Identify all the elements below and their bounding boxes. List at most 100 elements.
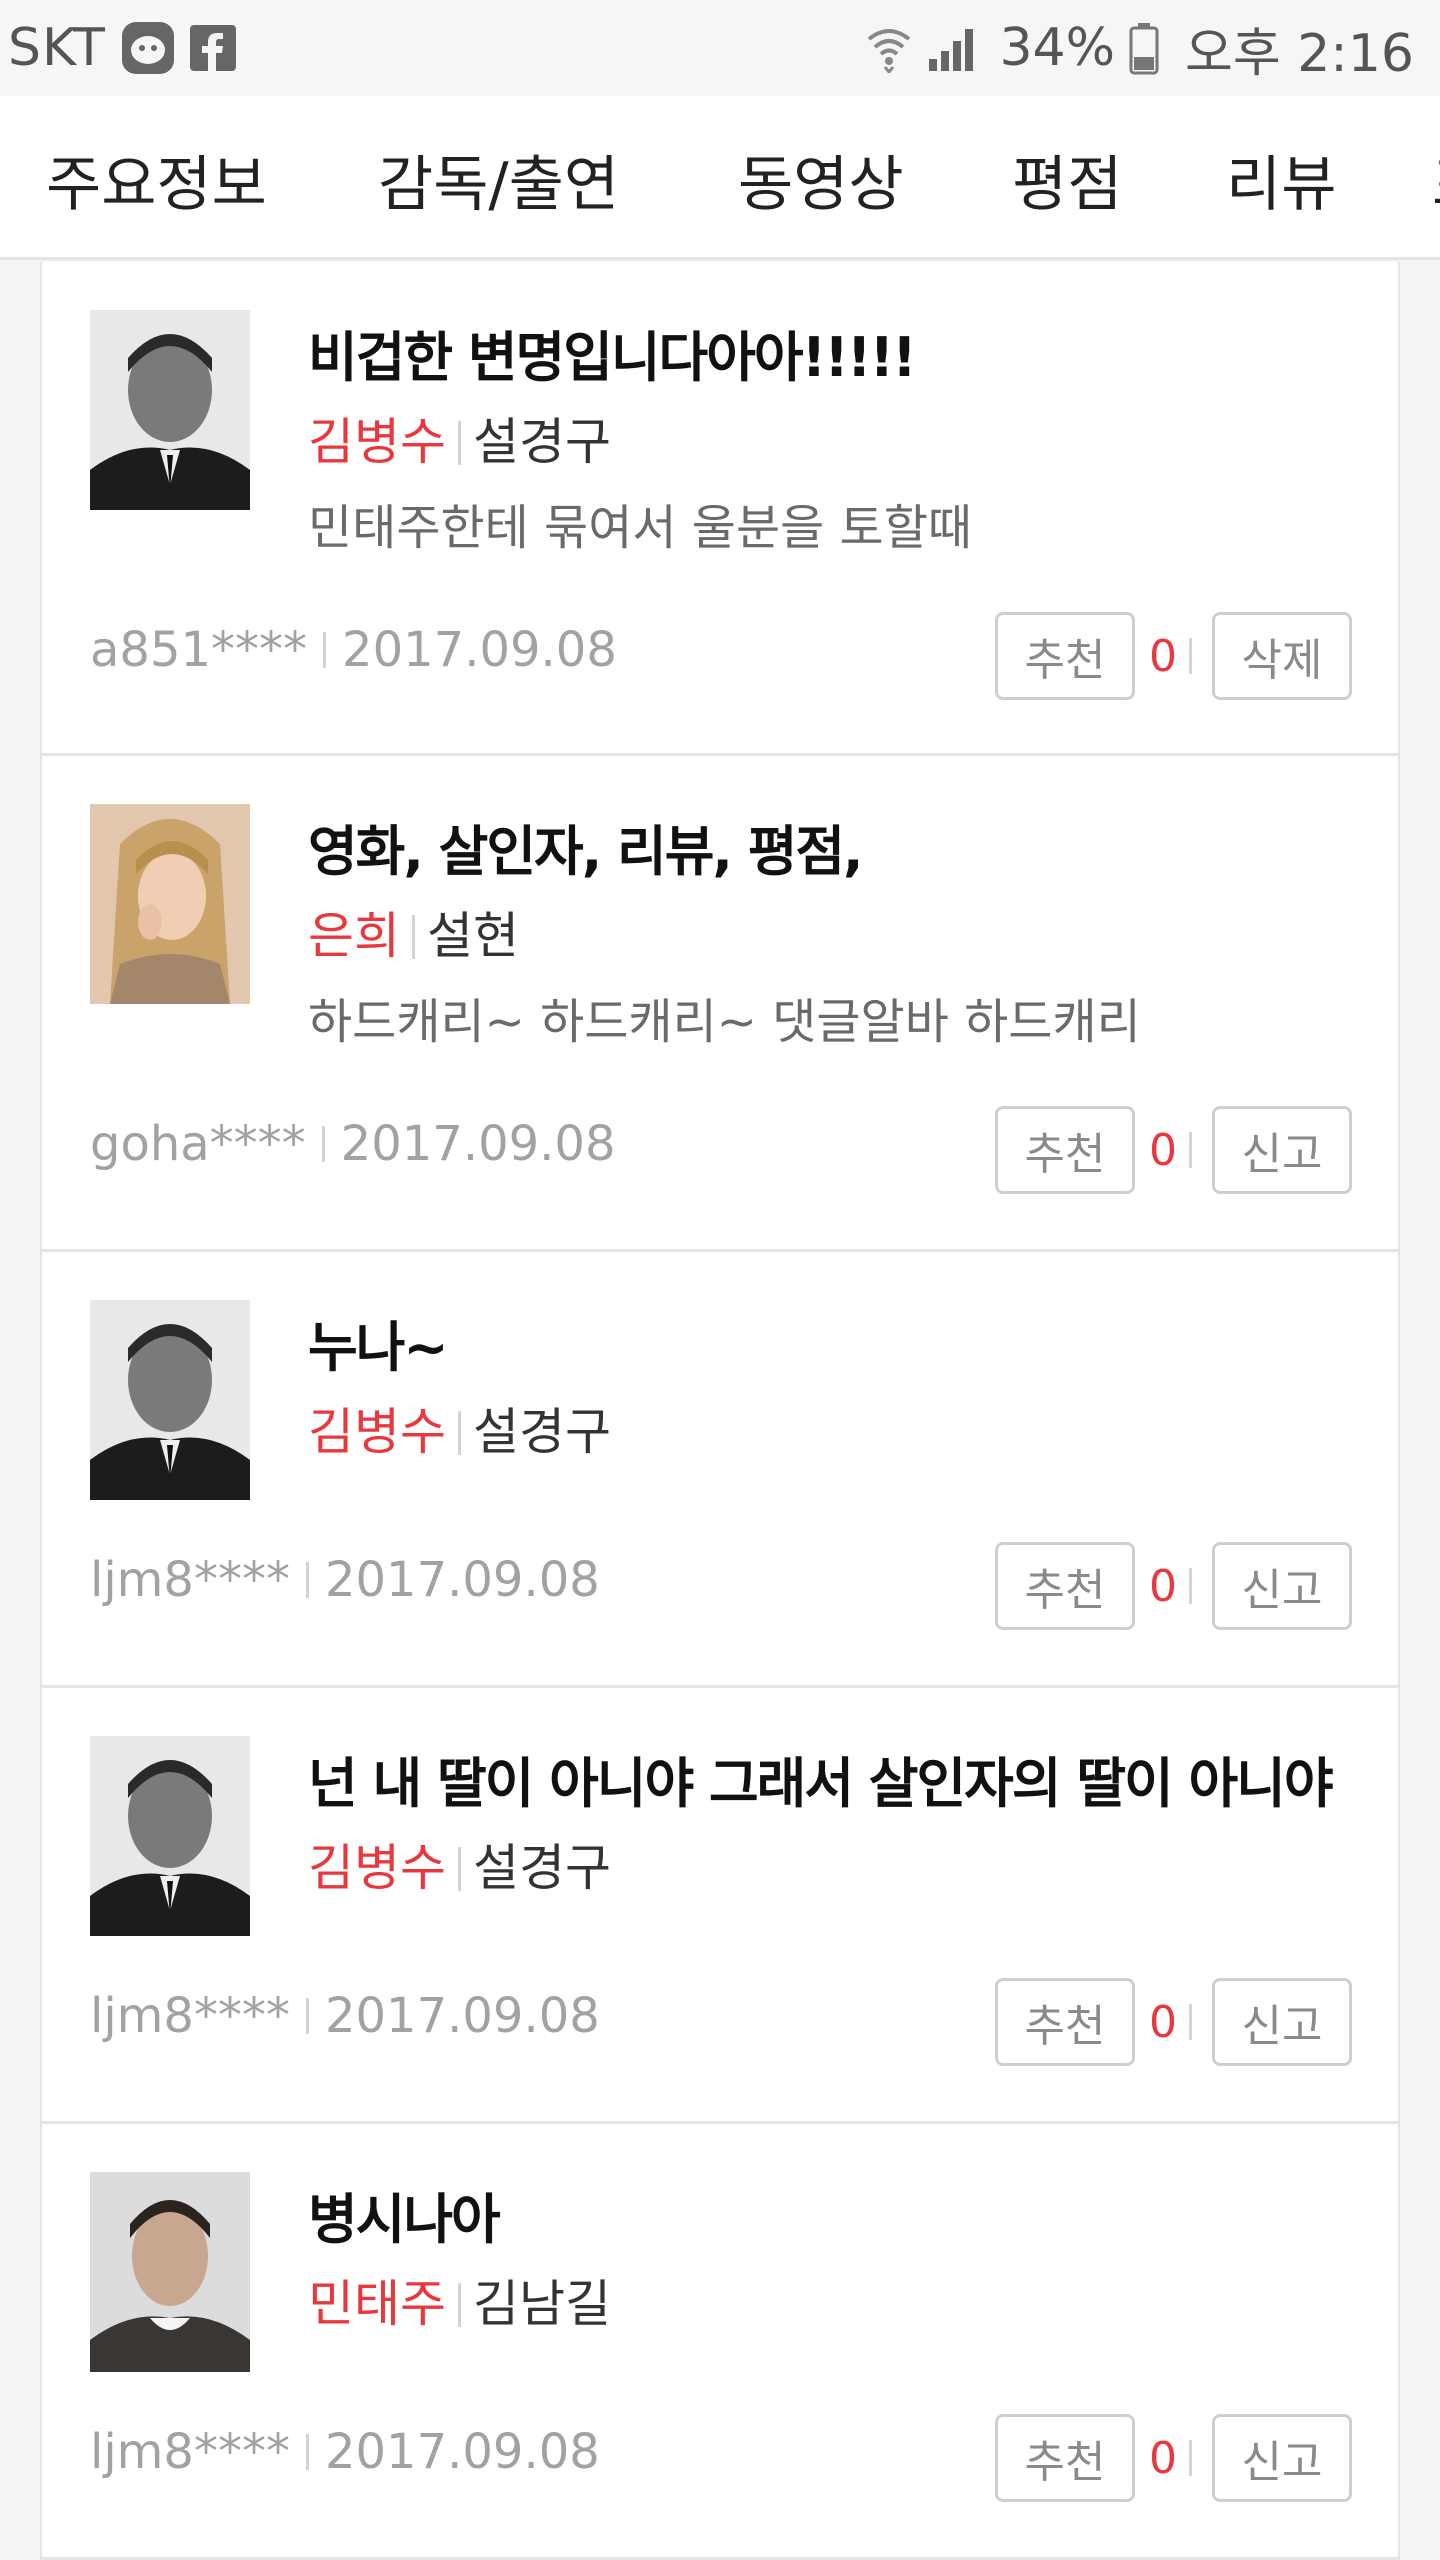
- review-body: 하드캐리~ 하드캐리~ 댓글알바 하드캐리: [308, 994, 1141, 1050]
- carrier-label: SKT: [8, 18, 106, 78]
- review-actions: 추천 0 삭제: [995, 612, 1352, 700]
- review-item[interactable]: 누나~ 김병수 설경구 ljm8**** 2017.09.08 추천 0 신고: [42, 1252, 1398, 1688]
- actor-photo: [90, 2172, 250, 2372]
- actor-name: 설경구: [473, 1839, 611, 1897]
- recommend-button[interactable]: 추천: [995, 1978, 1135, 2066]
- review-date: 2017.09.08: [324, 1988, 600, 2044]
- review-content: 영화, 살인자, 리뷰, 평점, 은희 설현 하드캐리~ 하드캐리~ 댓글알바 하…: [308, 812, 1358, 1064]
- actor-name: 김남길: [473, 2275, 611, 2333]
- cast-line: 민태주 김남길: [308, 2260, 1358, 2348]
- actor-photo: [90, 804, 250, 1004]
- review-meta: goha**** 2017.09.08: [90, 1116, 616, 1172]
- report-button[interactable]: 신고: [1212, 1542, 1352, 1630]
- divider: [458, 1411, 461, 1455]
- cast-line: 김병수 설경구: [308, 1388, 1358, 1476]
- actor-name: 설경구: [473, 1403, 611, 1461]
- divider: [323, 632, 327, 668]
- review-item[interactable]: 넌 내 딸이 아니야 그래서 살인자의 딸이 아니야 김병수 설경구 ljm8**…: [42, 1688, 1398, 2124]
- recommend-button[interactable]: 추천: [995, 612, 1135, 700]
- role-name: 김병수: [308, 413, 446, 471]
- review-title: 누나~: [308, 1316, 449, 1379]
- recommend-button[interactable]: 추천: [995, 1106, 1135, 1194]
- review-date: 2017.09.08: [324, 2424, 600, 2480]
- user-id: goha****: [90, 1116, 306, 1172]
- status-bar: SKT 34% 오후 2:16: [0, 0, 1440, 96]
- actor-photo: [90, 1300, 250, 1500]
- review-actions: 추천 0 신고: [995, 1978, 1352, 2066]
- divider: [412, 915, 415, 959]
- tab-reviews[interactable]: 리뷰: [1226, 136, 1336, 223]
- tab-main-info[interactable]: 주요정보: [46, 136, 267, 223]
- review-content: 넌 내 딸이 아니야 그래서 살인자의 딸이 아니야 김병수 설경구: [308, 1744, 1358, 1912]
- review-item[interactable]: 영화, 살인자, 리뷰, 평점, 은희 설현 하드캐리~ 하드캐리~ 댓글알바 하…: [42, 756, 1398, 1252]
- clock: 오후 2:16: [1185, 23, 1414, 84]
- divider: [1189, 1568, 1192, 1604]
- review-meta: ljm8**** 2017.09.08: [90, 1988, 600, 2044]
- review-title: 영화, 살인자, 리뷰, 평점,: [308, 820, 864, 883]
- recommend-button[interactable]: 추천: [995, 1542, 1135, 1630]
- divider: [458, 2283, 461, 2327]
- tab-videos[interactable]: 동영상: [738, 136, 904, 223]
- report-button[interactable]: 신고: [1212, 1978, 1352, 2066]
- review-content: 병시나아 민태주 김남길: [308, 2180, 1358, 2348]
- cast-line: 김병수 설경구: [308, 398, 1358, 486]
- report-button[interactable]: 신고: [1212, 2414, 1352, 2502]
- review-actions: 추천 0 신고: [995, 1106, 1352, 1194]
- review-content: 누나~ 김병수 설경구: [308, 1308, 1358, 1476]
- actor-photo: [90, 310, 250, 510]
- role-name: 민태주: [308, 2275, 446, 2333]
- role-name: 김병수: [308, 1403, 446, 1461]
- recommend-count: 0: [1149, 630, 1177, 682]
- divider: [458, 421, 461, 465]
- divider: [458, 1847, 461, 1891]
- tab-more-partial[interactable]: 포: [1432, 136, 1440, 223]
- review-content: 비겁한 변명입니다아아!!!!! 김병수 설경구 민태주한테 묶여서 울분을 토할…: [308, 318, 1358, 570]
- tab-director-cast[interactable]: 감독/출연: [378, 136, 619, 223]
- review-list: 비겁한 변명입니다아아!!!!! 김병수 설경구 민태주한테 묶여서 울분을 토할…: [40, 262, 1400, 2560]
- battery-icon: [1129, 21, 1159, 75]
- divider: [1189, 1132, 1192, 1168]
- review-item[interactable]: 비겁한 변명입니다아아!!!!! 김병수 설경구 민태주한테 묶여서 울분을 토할…: [42, 262, 1398, 756]
- review-title: 비겁한 변명입니다아아!!!!!: [308, 326, 917, 389]
- recommend-button[interactable]: 추천: [995, 2414, 1135, 2502]
- divider: [321, 1126, 325, 1162]
- battery-percentage: 34%: [999, 18, 1116, 78]
- facebook-icon: [189, 25, 236, 71]
- cast-line: 은희 설현: [308, 892, 1358, 980]
- delete-button[interactable]: 삭제: [1212, 612, 1352, 700]
- review-meta: ljm8**** 2017.09.08: [90, 1552, 600, 1608]
- divider: [1189, 2440, 1192, 2476]
- review-date: 2017.09.08: [340, 1116, 616, 1172]
- review-actions: 추천 0 신고: [995, 2414, 1352, 2502]
- review-actions: 추천 0 신고: [995, 1542, 1352, 1630]
- divider: [305, 1998, 309, 2034]
- role-name: 김병수: [308, 1839, 446, 1897]
- review-date: 2017.09.08: [342, 622, 617, 678]
- user-id: ljm8****: [90, 2424, 290, 2480]
- role-name: 은희: [308, 907, 400, 965]
- report-button[interactable]: 신고: [1212, 1106, 1352, 1194]
- cast-line: 김병수 설경구: [308, 1824, 1358, 1912]
- signal-icon: [927, 23, 981, 73]
- review-body: 민태주한테 묶여서 울분을 토할때: [308, 500, 973, 556]
- actor-photo: [90, 1736, 250, 1936]
- tab-ratings[interactable]: 평점: [1012, 136, 1122, 223]
- review-item[interactable]: 병시나아 민태주 김남길 ljm8**** 2017.09.08 추천 0 신고: [42, 2124, 1398, 2560]
- user-id: a851****: [90, 622, 308, 678]
- divider: [1189, 2004, 1192, 2040]
- user-id: ljm8****: [90, 1988, 290, 2044]
- actor-name: 설경구: [473, 413, 611, 471]
- recommend-count: 0: [1149, 2432, 1177, 2484]
- review-meta: ljm8**** 2017.09.08: [90, 2424, 600, 2480]
- divider: [305, 1562, 309, 1598]
- talk-app-icon: [120, 20, 176, 76]
- recommend-count: 0: [1149, 1996, 1177, 2048]
- user-id: ljm8****: [90, 1552, 290, 1608]
- wifi-icon: [865, 23, 913, 73]
- review-title: 넌 내 딸이 아니야 그래서 살인자의 딸이 아니야: [308, 1752, 1334, 1815]
- divider: [305, 2434, 309, 2470]
- recommend-count: 0: [1149, 1560, 1177, 1612]
- divider: [1189, 638, 1192, 674]
- tab-bar: 주요정보 감독/출연 동영상 평점 리뷰 포: [0, 96, 1440, 260]
- recommend-count: 0: [1149, 1124, 1177, 1176]
